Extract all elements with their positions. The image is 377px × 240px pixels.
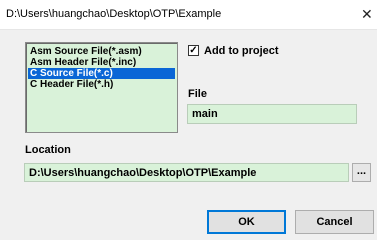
list-item-c-source[interactable]: C Source File(*.c) [28, 68, 175, 79]
add-to-project-checkbox[interactable]: ✓ [188, 45, 199, 56]
file-name-input[interactable]: main [187, 104, 357, 124]
location-label: Location [25, 144, 71, 156]
file-label: File [188, 88, 207, 100]
title-bar: D:\Users\huangchao\Desktop\OTP\Example ✕ [0, 0, 377, 30]
list-item-c-header[interactable]: C Header File(*.h) [28, 79, 175, 90]
add-to-project-label[interactable]: Add to project [204, 45, 279, 57]
file-type-list[interactable]: Asm Source File(*.asm) Asm Header File(*… [25, 42, 178, 133]
close-icon[interactable]: ✕ [361, 5, 377, 23]
ok-button[interactable]: OK [207, 210, 286, 234]
dialog-body: Asm Source File(*.asm) Asm Header File(*… [0, 30, 377, 240]
list-item-asm-header[interactable]: Asm Header File(*.inc) [28, 57, 175, 68]
list-item-asm-source[interactable]: Asm Source File(*.asm) [28, 46, 175, 57]
location-input[interactable]: D:\Users\huangchao\Desktop\OTP\Example [24, 163, 349, 182]
cancel-button[interactable]: Cancel [295, 210, 374, 234]
browse-button[interactable]: ... [352, 163, 371, 182]
window-title: D:\Users\huangchao\Desktop\OTP\Example [6, 8, 222, 20]
